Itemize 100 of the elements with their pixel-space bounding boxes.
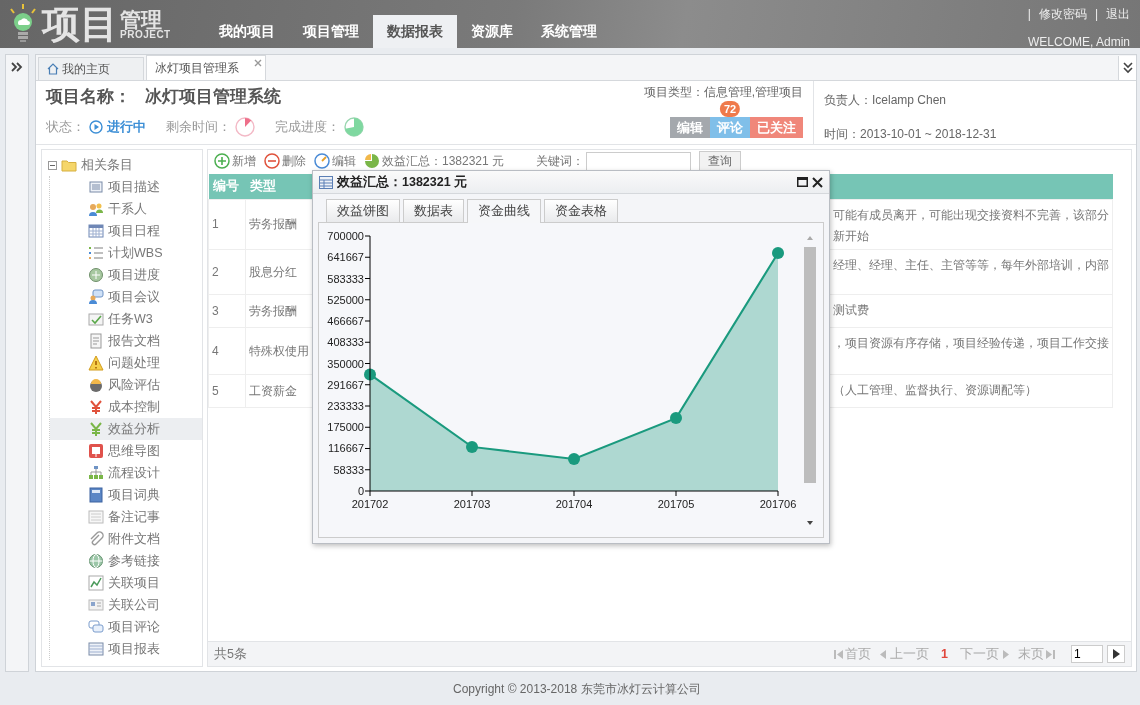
- nav-tab[interactable]: 资源库: [457, 15, 527, 48]
- tree-item[interactable]: 关联公司: [50, 594, 202, 616]
- table-icon: [88, 641, 104, 657]
- table-cell-text: 新开始: [833, 227, 870, 245]
- record-count: 共5条: [214, 645, 247, 663]
- table-cell: 1: [208, 199, 246, 249]
- book-icon: [88, 487, 104, 503]
- tree-item[interactable]: 思维导图: [50, 440, 202, 462]
- gauge-icon: [314, 153, 330, 169]
- field-label: 关键词：: [536, 153, 585, 170]
- toolbar-button[interactable]: 效益汇总：1382321 元: [364, 153, 505, 169]
- warning-icon: [88, 355, 104, 371]
- count-badge: 72: [719, 100, 741, 117]
- tree-item[interactable]: 成本控制: [50, 396, 202, 418]
- dialog-tab[interactable]: 数据表: [403, 199, 464, 222]
- tree-item[interactable]: 风险评估: [50, 374, 202, 396]
- data-point: [772, 247, 784, 260]
- page-input[interactable]: 1: [1071, 645, 1103, 663]
- tree-item[interactable]: 计划WBS: [50, 242, 202, 264]
- dialog-tab[interactable]: 资金表格: [544, 199, 618, 222]
- globe-icon: [88, 267, 104, 283]
- tree-item[interactable]: 项目进度: [50, 264, 202, 286]
- tree-item[interactable]: 效益分析: [50, 418, 202, 440]
- tick-label: 201705: [657, 498, 695, 510]
- table-cell: 2: [208, 249, 246, 294]
- toolbar-button[interactable]: 新增: [214, 153, 256, 169]
- field-label: 项目名称：: [46, 86, 131, 108]
- tick-label: 201704: [555, 498, 593, 510]
- go-button[interactable]: [1107, 645, 1125, 663]
- maximize-icon[interactable]: [797, 177, 808, 187]
- tree-item[interactable]: 项目会议: [50, 286, 202, 308]
- field-label: 项目类型：: [643, 85, 704, 99]
- current-page: 1: [941, 645, 948, 663]
- pie-chart-icon: [235, 117, 255, 137]
- page-tab[interactable]: 冰灯项目管理系: [146, 55, 266, 80]
- collapse-down-icon[interactable]: [1122, 62, 1133, 74]
- keyword-input[interactable]: [586, 151, 692, 171]
- tree-item[interactable]: 报告文档: [50, 330, 202, 352]
- tree-item[interactable]: 任务W3: [50, 308, 202, 330]
- dialog-tab[interactable]: 效益饼图: [326, 199, 400, 222]
- collapse-icon[interactable]: [48, 160, 57, 170]
- tree-item[interactable]: 干系人: [50, 198, 202, 220]
- tree-item[interactable]: 项目评论: [50, 616, 202, 638]
- logo-tagline: PROJECT: [120, 29, 171, 40]
- tick-label: 201702: [351, 498, 389, 510]
- tree-item[interactable]: 附件文档: [50, 528, 202, 550]
- comment-icon: [88, 619, 104, 635]
- table-cell-text: 经理、经理、主任、主管等等，每年外部培训，内部: [833, 256, 1110, 274]
- flowchart-icon: [88, 465, 104, 481]
- nav-tab[interactable]: 项目管理: [289, 15, 373, 48]
- paperclip-icon: [88, 531, 104, 547]
- note-icon: [88, 509, 104, 525]
- tree-item[interactable]: 流程设计: [50, 462, 202, 484]
- tick-label: 175000: [327, 421, 364, 434]
- nav-tab[interactable]: 我的项目: [205, 15, 289, 48]
- owner-name: Icelamp Chen: [872, 92, 947, 109]
- play-icon: [89, 120, 103, 134]
- dialog-tab[interactable]: 资金曲线: [467, 199, 541, 223]
- last-page-icon: [1046, 648, 1055, 660]
- header-link[interactable]: 退出: [1106, 5, 1130, 23]
- tree-item[interactable]: 项目日程: [50, 220, 202, 242]
- search-button[interactable]: 查询: [699, 151, 742, 171]
- chart-icon: [88, 575, 104, 591]
- link-separator: |: [1027, 6, 1031, 23]
- link-separator: |: [1094, 6, 1098, 23]
- action-button[interactable]: 已关注: [750, 116, 803, 138]
- logo-text: 项目: [42, 5, 118, 43]
- tree-item[interactable]: 参考链接: [50, 550, 202, 572]
- tree-item[interactable]: 项目词典: [50, 484, 202, 506]
- header-link[interactable]: 修改密码: [1038, 5, 1087, 23]
- project-type: 信息管理,管理项目: [703, 85, 803, 99]
- document-icon: [88, 179, 104, 195]
- page-tab[interactable]: 我的主页: [38, 57, 144, 80]
- project-name: 冰灯项目管理系统: [145, 86, 281, 108]
- expand-icon[interactable]: [11, 61, 23, 73]
- tree-item[interactable]: 备注记事: [50, 506, 202, 528]
- folder-icon: [61, 158, 77, 172]
- nav-tab[interactable]: 系统管理: [527, 15, 611, 48]
- tick-label: 0: [357, 485, 364, 497]
- list-icon: [88, 245, 104, 261]
- chat-icon: [88, 289, 104, 305]
- toolbar-button[interactable]: 删除: [264, 153, 306, 169]
- tree-item[interactable]: 关联项目: [50, 572, 202, 594]
- field-label: 状态：: [46, 118, 85, 137]
- pie-chart-icon: [364, 153, 380, 169]
- first-page-icon: [834, 648, 844, 660]
- ball-icon: [88, 377, 104, 393]
- field-label: 时间：: [824, 126, 860, 143]
- tree-item[interactable]: 问题处理: [50, 352, 202, 374]
- tree-root[interactable]: 相关条目: [81, 155, 133, 175]
- play-icon: [1112, 649, 1120, 659]
- toolbar-button[interactable]: 编辑: [314, 153, 356, 169]
- tree-item[interactable]: 项目描述: [50, 176, 202, 198]
- checklist-icon: [88, 311, 104, 327]
- table-cell-text: 可能有成员离开，可能出现交接资料不完善，该部分: [833, 206, 1110, 224]
- previous-icon: [879, 648, 889, 660]
- data-point: [670, 412, 682, 425]
- close-icon[interactable]: [812, 176, 823, 188]
- tree-item[interactable]: 项目报表: [50, 638, 202, 660]
- nav-tab[interactable]: 数据报表: [373, 15, 457, 48]
